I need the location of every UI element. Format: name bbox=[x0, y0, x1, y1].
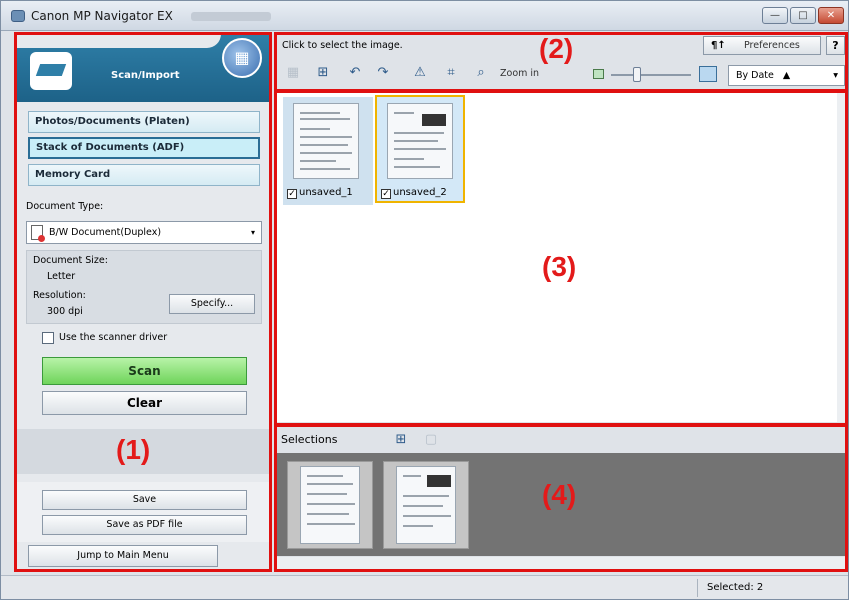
specify-button[interactable]: Specify... bbox=[169, 294, 255, 314]
chevron-down-icon: ▾ bbox=[250, 228, 255, 237]
document-type-value: B/W Document(Duplex) bbox=[49, 227, 162, 238]
thumbnail-name: unsaved_2 bbox=[393, 187, 447, 198]
page-preview bbox=[396, 466, 456, 544]
region-label-3: (3) bbox=[542, 251, 577, 282]
sort-order-icon: ▲ bbox=[782, 70, 791, 81]
region-label-2: (2) bbox=[539, 33, 574, 64]
rotate-left-icon[interactable]: ↶ bbox=[345, 63, 365, 83]
left-panel: Scan/Import ▦ Photos/Documents (Platen) … bbox=[16, 34, 270, 570]
thumbnail-checkbox[interactable]: ✓ bbox=[381, 189, 391, 199]
zoom-in-icon[interactable]: ⌕ bbox=[471, 63, 491, 83]
vertical-scrollbar[interactable] bbox=[837, 93, 847, 422]
document-type-select[interactable]: B/W Document(Duplex) ▾ bbox=[26, 221, 262, 244]
select-all-icon[interactable]: ▦ bbox=[283, 63, 303, 83]
jump-to-main-menu-button[interactable]: Jump to Main Menu bbox=[28, 545, 218, 567]
large-thumbnail-icon bbox=[699, 66, 717, 82]
help-button[interactable]: ? bbox=[826, 36, 845, 55]
scan-import-header: Scan/Import ▦ bbox=[16, 34, 270, 102]
scan-button[interactable]: Scan bbox=[42, 357, 247, 385]
app-window: Canon MP Navigator EX — □ ✕ Scan/Import … bbox=[0, 0, 849, 600]
thumbnail-size-slider[interactable] bbox=[611, 74, 691, 76]
title-version-redacted bbox=[191, 12, 271, 21]
toolbar-hint: Click to select the image. bbox=[282, 40, 403, 51]
page-preview bbox=[387, 103, 453, 179]
minimize-button[interactable]: — bbox=[762, 7, 788, 24]
status-bar: Selected: 2 bbox=[1, 575, 848, 599]
cancel-all-icon[interactable]: ⊞ bbox=[313, 63, 333, 83]
region-label-1: (1) bbox=[116, 434, 151, 465]
close-button[interactable]: ✕ bbox=[818, 7, 844, 24]
selection-item[interactable] bbox=[287, 461, 373, 549]
document-size-value: Letter bbox=[47, 271, 76, 282]
view-use-icon[interactable]: ▦ bbox=[222, 38, 262, 78]
horizontal-scrollbar[interactable] bbox=[277, 557, 846, 569]
selected-count: Selected: 2 bbox=[707, 582, 764, 593]
scanner-icon bbox=[30, 52, 72, 90]
save-as-pdf-button[interactable]: Save as PDF file bbox=[42, 515, 247, 535]
resolution-value: 300 dpi bbox=[47, 306, 83, 317]
small-thumbnail-icon bbox=[593, 69, 604, 79]
maximize-button[interactable]: □ bbox=[790, 7, 816, 24]
resolution-label: Resolution: bbox=[33, 290, 86, 301]
use-scanner-driver-checkbox[interactable] bbox=[42, 332, 54, 344]
clear-button[interactable]: Clear bbox=[42, 391, 247, 415]
zoom-in-label: Zoom in bbox=[500, 68, 540, 79]
invert-icon[interactable]: ⚠ bbox=[410, 63, 430, 83]
document-size-label: Document Size: bbox=[33, 255, 108, 266]
chevron-down-icon: ▾ bbox=[833, 70, 838, 81]
save-button[interactable]: Save bbox=[42, 490, 247, 510]
source-platen-button[interactable]: Photos/Documents (Platen) bbox=[28, 111, 260, 133]
slider-handle[interactable] bbox=[633, 67, 641, 82]
crop-icon[interactable]: ⌗ bbox=[441, 63, 461, 83]
source-memory-card-button[interactable]: Memory Card bbox=[28, 164, 260, 186]
source-adf-button[interactable]: Stack of Documents (ADF) bbox=[28, 137, 260, 159]
thumbnail-item[interactable]: ✓ unsaved_2 bbox=[375, 95, 465, 203]
remove-selection-icon[interactable]: ▢ bbox=[421, 430, 441, 450]
preferences-label: Preferences bbox=[744, 40, 800, 51]
title-bar: Canon MP Navigator EX — □ ✕ bbox=[1, 1, 848, 31]
cancel-selection-icon[interactable]: ⊞ bbox=[391, 430, 411, 450]
rotate-right-icon[interactable]: ↷ bbox=[373, 63, 393, 83]
document-type-label: Document Type: bbox=[26, 201, 104, 212]
use-scanner-driver-label: Use the scanner driver bbox=[59, 332, 168, 343]
thumbnail-item[interactable]: ✓ unsaved_1 bbox=[283, 97, 373, 205]
app-logo-icon bbox=[11, 10, 25, 22]
bw-document-icon bbox=[31, 225, 45, 242]
mode-label: Scan/Import bbox=[111, 70, 180, 81]
page-preview bbox=[300, 466, 360, 544]
page-preview bbox=[293, 103, 359, 179]
save-area: Save Save as PDF file bbox=[16, 482, 270, 542]
preferences-icon: ¶↑ bbox=[711, 40, 726, 51]
preferences-button[interactable]: ¶↑ Preferences bbox=[703, 36, 821, 55]
selections-title: Selections bbox=[281, 433, 338, 446]
selections-header: Selections ⊞ ▢ bbox=[277, 429, 846, 451]
selection-item[interactable] bbox=[383, 461, 469, 549]
scan-settings-box: Document Size: Letter Resolution: 300 dp… bbox=[26, 250, 262, 324]
sort-value: By Date bbox=[736, 70, 774, 81]
region-label-4: (4) bbox=[542, 479, 577, 510]
thumbnail-checkbox[interactable]: ✓ bbox=[287, 189, 297, 199]
thumbnail-name: unsaved_1 bbox=[299, 187, 353, 198]
sort-select[interactable]: By Date ▲ ▾ bbox=[728, 65, 845, 86]
window-title: Canon MP Navigator EX bbox=[31, 9, 173, 23]
